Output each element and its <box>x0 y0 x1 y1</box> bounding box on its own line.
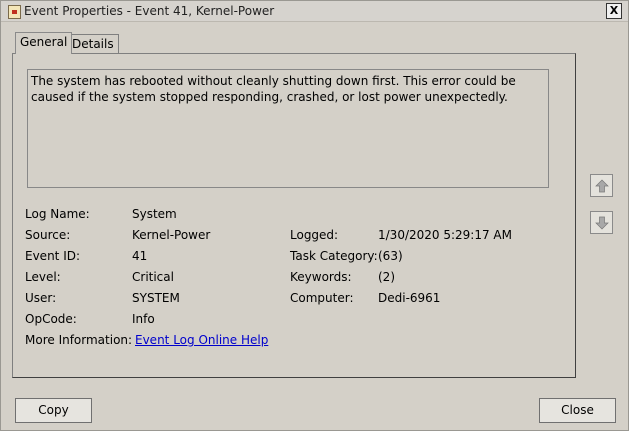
task-category-label: Task Category: <box>290 249 378 263</box>
log-name-value: System <box>132 207 177 221</box>
computer-value: Dedi-6961 <box>378 291 441 305</box>
event-log-online-help-link[interactable]: Event Log Online Help <box>135 333 268 347</box>
keywords-value: (2) <box>378 270 395 284</box>
logged-value: 1/30/2020 5:29:17 AM <box>378 228 512 242</box>
level-label: Level: <box>25 270 61 284</box>
tab-details[interactable]: Details <box>67 34 119 54</box>
more-info-label: More Information: <box>25 333 133 347</box>
close-window-button[interactable]: X <box>606 3 622 19</box>
arrow-down-icon <box>595 216 609 230</box>
opcode-label: OpCode: <box>25 312 77 326</box>
close-button[interactable]: Close <box>539 398 616 423</box>
event-description: The system has rebooted without cleanly … <box>27 69 549 188</box>
user-value: SYSTEM <box>132 291 180 305</box>
window-title: Event Properties - Event 41, Kernel-Powe… <box>24 4 275 18</box>
previous-event-button[interactable] <box>590 174 613 197</box>
copy-button[interactable]: Copy <box>15 398 92 423</box>
next-event-button[interactable] <box>590 211 613 234</box>
task-category-value: (63) <box>378 249 403 263</box>
user-label: User: <box>25 291 57 305</box>
tab-general[interactable]: General <box>15 32 73 54</box>
event-id-value: 41 <box>132 249 148 263</box>
computer-label: Computer: <box>290 291 354 305</box>
title-bar: Event Properties - Event 41, Kernel-Powe… <box>1 1 628 22</box>
log-name-label: Log Name: <box>25 207 90 221</box>
source-label: Source: <box>25 228 71 242</box>
event-id-label: Event ID: <box>25 249 81 263</box>
level-value: Critical <box>132 270 174 284</box>
logged-label: Logged: <box>290 228 339 242</box>
opcode-value: Info <box>132 312 155 326</box>
event-properties-window: Event Properties - Event 41, Kernel-Powe… <box>0 0 629 431</box>
arrow-up-icon <box>595 179 609 193</box>
source-value: Kernel-Power <box>132 228 211 242</box>
keywords-label: Keywords: <box>290 270 352 284</box>
event-viewer-icon <box>8 5 21 19</box>
